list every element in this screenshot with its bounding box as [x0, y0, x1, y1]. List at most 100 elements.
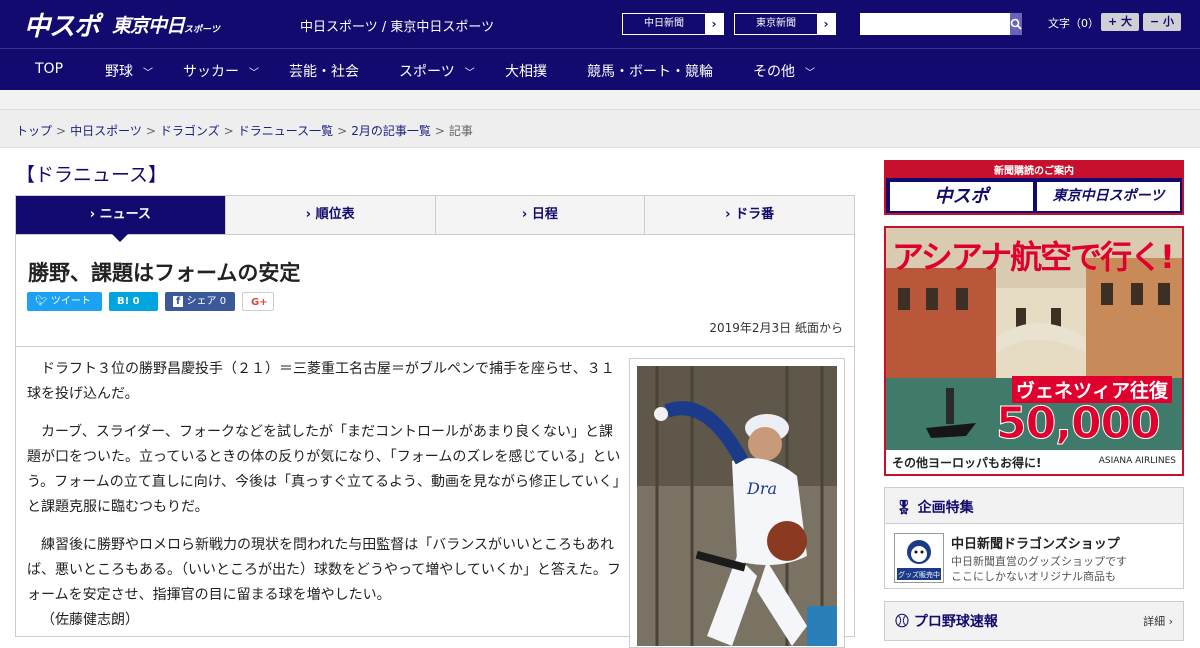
- section-title: 【ドラニュース】: [16, 164, 168, 186]
- pro-baseball-box: ⚾︎ プロ野球速報 詳細 ›: [884, 601, 1184, 641]
- nav-item-racing[interactable]: 競馬・ボート・競輪: [587, 61, 713, 81]
- breadcrumb-separator: >: [56, 124, 67, 138]
- feature-desc: 中日新聞直営のグッズショップです: [951, 555, 1127, 568]
- article-paragraph: （佐藤健志朗）: [41, 612, 139, 628]
- article-photo[interactable]: Dra: [629, 358, 845, 648]
- chevron-right-icon: ›: [823, 17, 829, 31]
- search-input[interactable]: [860, 13, 1010, 35]
- thumb-label: グッズ販売中: [898, 570, 940, 579]
- tab-bar: › ニュース › 順位表 › 日程 › ドラ番: [15, 195, 855, 242]
- site-name: 中日スポーツ / 東京中日スポーツ: [300, 20, 495, 35]
- nav-item-baseball[interactable]: 野球 ﹀: [105, 61, 153, 81]
- tokyo-chunichi-logo[interactable]: 東京中日スポーツ: [112, 11, 220, 38]
- tab-label: ニュース: [99, 207, 151, 222]
- nav-item-other[interactable]: その他 ﹀: [753, 61, 815, 81]
- tab-reporters[interactable]: › ドラ番: [645, 196, 854, 234]
- font-smaller-button[interactable]: − 小: [1143, 13, 1181, 31]
- tokyo-shimbun-button[interactable]: 東京新聞 ›: [734, 13, 836, 35]
- twitter-icon: 🐦︎: [35, 296, 51, 307]
- font-size-label: 文字（0）: [1048, 17, 1099, 30]
- subscription-banner[interactable]: 新聞購読のご案内 中スポ 東京中日スポーツ: [884, 160, 1184, 215]
- font-bigger-button[interactable]: + 大: [1101, 13, 1139, 31]
- chunichi-shimbun-label: 中日新聞: [623, 14, 705, 34]
- breadcrumb-bar: トップ > 中日スポーツ > ドラゴンズ > ドラニュース一覧 >2月の記事一覧 > 記事: [0, 110, 1200, 148]
- subscribe-chuspo-button[interactable]: 中スポ: [890, 182, 1033, 211]
- article-paragraph: カーブ、スライダー、フォークなどを試したが「まだコントロールがあまり良くない」と…: [27, 424, 621, 515]
- ad-footer-text: その他ヨーロッパもお得に!: [892, 456, 1042, 470]
- baseball-icon: ⚾︎: [895, 614, 909, 630]
- nav-item-soccer[interactable]: サッカー ﹀: [183, 61, 259, 81]
- facebook-share-button[interactable]: f シェア 0: [165, 292, 235, 311]
- breadcrumb-current: 記事: [448, 124, 473, 138]
- search-button[interactable]: [1010, 13, 1022, 35]
- nav-label: 芸能・社会: [289, 64, 359, 80]
- breadcrumb-news-list[interactable]: ドラニュース一覧: [238, 124, 333, 138]
- award-icon: 🎖︎: [895, 500, 913, 516]
- chevron-down-icon: ﹀: [464, 68, 475, 79]
- nav-label: 野球: [105, 64, 133, 80]
- nav-label: サッカー: [183, 64, 239, 80]
- subscribe-tokyo-button[interactable]: 東京中日スポーツ: [1037, 182, 1180, 211]
- search-icon: [1010, 18, 1022, 30]
- asiana-ad-banner[interactable]: アシアナ航空で行く! ヴェネツィア往復 50,000円〜 ASIANA AIRL…: [884, 226, 1184, 476]
- article-paragraph: ドラフト３位の勝野昌慶投手（２１）＝三菱重工名古屋＝がブルペンで捕手を座らせ、３…: [27, 361, 615, 402]
- chuspo-logo[interactable]: 中スポ: [24, 6, 100, 43]
- top-header: 中スポ 東京中日スポーツ 中日スポーツ / 東京中日スポーツ 中日新聞 › 東京…: [0, 0, 1200, 48]
- tokyo-shimbun-label: 東京新聞: [735, 14, 817, 34]
- nav-label: 競馬・ボート・競輪: [587, 64, 713, 80]
- tab-schedule[interactable]: › 日程: [435, 196, 646, 234]
- nav-item-top[interactable]: TOP: [35, 61, 63, 77]
- tokyo-logo-small: スポーツ: [184, 25, 220, 35]
- main-nav: TOP 野球 ﹀ サッカー ﹀ 芸能・社会 スポーツ ﹀ 大相撲 競馬・ボート・競輪 …: [0, 48, 1200, 90]
- breadcrumb-separator: >: [337, 124, 348, 138]
- ad-brand: ASIANA AIRLINES: [1098, 456, 1176, 466]
- chunichi-shimbun-button[interactable]: 中日新聞 ›: [622, 13, 724, 35]
- feature-desc: ここにしかないオリジナル商品も: [951, 570, 1116, 583]
- article-header: 勝野、課題はフォームの安定 🐦︎ ツイート B! 0 f シェア 0 G+ 20…: [15, 235, 855, 347]
- svg-text:Dra: Dra: [746, 479, 777, 498]
- article-body: ドラフト３位の勝野昌慶投手（２１）＝三菱重工名古屋＝がブルペンで捕手を座らせ、３…: [15, 347, 855, 648]
- tab-label: ドラ番: [735, 207, 775, 222]
- dragons-shop-thumbnail[interactable]: グッズ販売中: [894, 533, 944, 583]
- ad-headline: アシアナ航空で行く!: [892, 238, 1175, 276]
- breadcrumb-dragons[interactable]: ドラゴンズ: [160, 124, 220, 138]
- nav-item-entertainment[interactable]: 芸能・社会: [289, 61, 359, 81]
- chevron-down-icon: ﹀: [249, 68, 259, 79]
- tweet-button[interactable]: 🐦︎ ツイート: [27, 292, 102, 311]
- ad-footer: ASIANA AIRLINES その他ヨーロッパもお得に!: [886, 450, 1182, 474]
- tab-news[interactable]: › ニュース: [16, 196, 226, 242]
- feature-item-title[interactable]: 中日新聞ドラゴンズショップ: [951, 533, 1120, 552]
- breadcrumb-separator: >: [223, 124, 234, 138]
- shop-mascot-image: グッズ販売中: [895, 534, 943, 582]
- tokyo-logo-text: 東京中日: [112, 15, 185, 37]
- feature-box: 🎖︎ 企画特集 グッズ販売中 中日新聞ドラゴンズショップ 中日新聞直営のグッズシ…: [884, 487, 1184, 589]
- chevron-down-icon: ﹀: [143, 68, 153, 79]
- nav-item-sports[interactable]: スポーツ ﹀: [399, 61, 475, 81]
- breadcrumb-top[interactable]: トップ: [16, 124, 52, 138]
- tab-label: 日程: [531, 207, 558, 222]
- breadcrumb-chuspo[interactable]: 中日スポーツ: [70, 124, 142, 138]
- ad-strip: [0, 90, 1200, 110]
- google-plus-button[interactable]: G+: [242, 292, 274, 311]
- nav-label: その他: [753, 64, 795, 80]
- nav-label: スポーツ: [399, 64, 455, 80]
- breadcrumb-month-list[interactable]: 2月の記事一覧: [351, 124, 431, 138]
- article-paragraph: 練習後に勝野やロメロら新戦力の現状を問われた与田監督は「バランスがいいところもあ…: [27, 537, 621, 603]
- social-buttons: 🐦︎ ツイート B! 0 f シェア 0 G+: [27, 292, 274, 311]
- article-headline: 勝野、課題はフォームの安定: [28, 261, 301, 285]
- hatena-bookmark-button[interactable]: B! 0: [109, 292, 158, 311]
- breadcrumb-separator: >: [434, 124, 445, 138]
- pro-baseball-title: プロ野球速報: [913, 614, 998, 630]
- feature-title: 企画特集: [917, 500, 974, 516]
- tab-standings[interactable]: › 順位表: [225, 196, 436, 234]
- chevron-right-icon: ›: [711, 17, 717, 31]
- nav-item-sumo[interactable]: 大相撲: [505, 61, 547, 81]
- nav-label: 大相撲: [505, 64, 547, 80]
- facebook-icon: f: [173, 296, 184, 307]
- facebook-label: シェア 0: [186, 296, 227, 307]
- chevron-down-icon: ﹀: [805, 68, 815, 79]
- breadcrumb-separator: >: [145, 124, 156, 138]
- pitcher-photo-image: Dra: [637, 366, 837, 646]
- feature-header: 🎖︎ 企画特集: [885, 488, 1183, 524]
- pro-baseball-more-link[interactable]: 詳細 ›: [1143, 613, 1173, 629]
